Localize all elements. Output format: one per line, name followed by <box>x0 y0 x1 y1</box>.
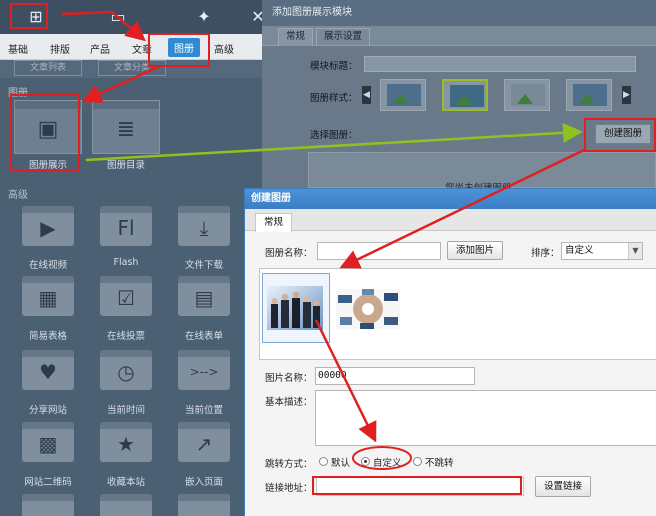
dialog-title: 添加图册展示模块 <box>262 0 656 26</box>
bookmark-site-label: 收藏本站 <box>106 477 145 488</box>
vote-icon[interactable]: ☑ <box>100 276 152 316</box>
embed-icon[interactable]: ↗ <box>178 422 230 462</box>
highlight-album-display <box>10 94 80 172</box>
flash-label: Flash <box>113 257 139 268</box>
current-location-label: 当前位置 <box>184 405 223 416</box>
image-thumbnail-selected[interactable] <box>262 273 330 343</box>
description-label: 基本描述： <box>265 397 313 408</box>
highlight-link-input <box>312 476 522 495</box>
flash-icon[interactable]: Fl <box>100 206 152 246</box>
partial-icon-row <box>22 494 74 516</box>
qr-code-label: 网站二维码 <box>24 477 72 488</box>
module-title-input[interactable] <box>364 56 636 72</box>
team-hands-photo <box>336 289 400 329</box>
tab-general[interactable]: 常规 <box>255 213 293 232</box>
module-panel: ⊞ ▭ ✦ ✕ 基础 排版 产品 文章 图册 高级 文章列表 文章分类 图册 ▣… <box>0 0 262 516</box>
partial-icon-row <box>178 494 230 516</box>
close-icon[interactable]: ✕ <box>248 7 262 27</box>
jump-default-radio[interactable] <box>319 457 328 466</box>
tab-general[interactable]: 常规 <box>278 28 314 46</box>
jump-default-label: 默认 <box>331 458 351 469</box>
online-vote-label: 在线投票 <box>106 331 145 342</box>
album-name-input[interactable] <box>317 242 441 260</box>
tab-display-settings[interactable]: 展示设置 <box>316 28 371 46</box>
style-option-grid[interactable] <box>442 79 488 111</box>
select-album-label: 选择图册： <box>310 130 358 141</box>
tab-advanced[interactable]: 高级 <box>214 41 234 56</box>
jump-custom-label: 自定义 <box>373 458 402 469</box>
simple-table-label: 简易表格 <box>28 331 67 342</box>
highlight-album-tab <box>148 33 210 67</box>
table-icon[interactable]: ▦ <box>22 276 74 316</box>
create-album-dialog: 创建图册 常规 图册名称： 添加图片 排序： 自定义 ▼ 图片名称： 00000… <box>244 188 656 516</box>
dialog-title: 创建图册 <box>245 189 656 209</box>
online-video-label: 在线视频 <box>28 260 67 271</box>
jump-custom-radio[interactable] <box>361 457 370 466</box>
link-address-label: 链接地址： <box>265 483 313 494</box>
description-textarea[interactable] <box>315 390 656 446</box>
jump-mode-label: 跳转方式： <box>265 459 313 470</box>
sort-label: 排序： <box>531 248 560 259</box>
dialog-tabs: 常规 <box>245 209 656 232</box>
magic-wand-icon[interactable]: ✦ <box>194 7 214 27</box>
jump-none-label: 不跳转 <box>425 458 454 469</box>
advanced-section-title: 高级 <box>8 190 28 201</box>
tab-basic[interactable]: 基础 <box>8 41 28 56</box>
chevron-down-icon: ▼ <box>628 243 642 259</box>
add-image-button[interactable]: 添加图片 <box>447 241 503 260</box>
heart-icon[interactable]: ♥ <box>22 350 74 390</box>
highlight-add-module <box>10 3 48 29</box>
download-icon[interactable]: ⤓ <box>178 206 230 246</box>
image-name-input[interactable]: 00000 <box>315 367 475 385</box>
style-option-list[interactable] <box>504 79 550 111</box>
share-site-label: 分享网站 <box>28 405 67 416</box>
file-download-label: 文件下载 <box>184 260 223 271</box>
album-catalog-label: 图册目录 <box>106 160 145 171</box>
jump-none-radio[interactable] <box>413 457 422 466</box>
sort-select[interactable]: 自定义 ▼ <box>561 242 643 260</box>
form-icon[interactable]: ▤ <box>178 276 230 316</box>
style-option-single[interactable] <box>380 79 426 111</box>
image-thumbnail[interactable] <box>334 273 402 343</box>
list-icon: ≣ <box>116 117 136 142</box>
tab-product[interactable]: 产品 <box>90 41 110 56</box>
set-link-button[interactable]: 设置链接 <box>535 476 591 497</box>
image-list <box>259 268 656 360</box>
current-time-label: 当前时间 <box>106 405 145 416</box>
album-style-label: 图册样式： <box>310 93 358 104</box>
highlight-create-album <box>584 118 656 152</box>
album-catalog-tile[interactable]: ≣ <box>92 100 160 154</box>
module-title-label: 模块标题： <box>310 61 358 72</box>
dialog-tabs: 常规 展示设置 <box>262 26 656 46</box>
business-people-photo <box>267 286 323 330</box>
star-icon[interactable]: ★ <box>100 422 152 462</box>
category-tabs: 基础 排版 产品 文章 图册 高级 <box>0 34 262 60</box>
album-name-label: 图册名称： <box>265 248 313 259</box>
play-icon[interactable]: ▶ <box>22 206 74 246</box>
style-option-large[interactable] <box>566 79 612 111</box>
clock-icon[interactable]: ◷ <box>100 350 152 390</box>
sort-select-value: 自定义 <box>565 245 594 256</box>
online-form-label: 在线表单 <box>184 331 223 342</box>
collapsed-section-row: 文章列表 文章分类 <box>0 60 262 78</box>
page-icon[interactable]: ▭ <box>108 7 128 27</box>
partial-icon-row <box>100 494 152 516</box>
image-name-label: 图片名称： <box>265 373 313 384</box>
style-prev-icon[interactable]: ◀ <box>362 86 371 104</box>
breadcrumb-icon[interactable]: >--> <box>178 350 230 390</box>
qr-code-icon[interactable]: ▩ <box>22 422 74 462</box>
embed-page-label: 嵌入页面 <box>184 477 223 488</box>
tab-layout[interactable]: 排版 <box>50 41 70 56</box>
article-list-tab[interactable]: 文章列表 <box>14 60 82 76</box>
style-next-icon[interactable]: ▶ <box>622 86 631 104</box>
